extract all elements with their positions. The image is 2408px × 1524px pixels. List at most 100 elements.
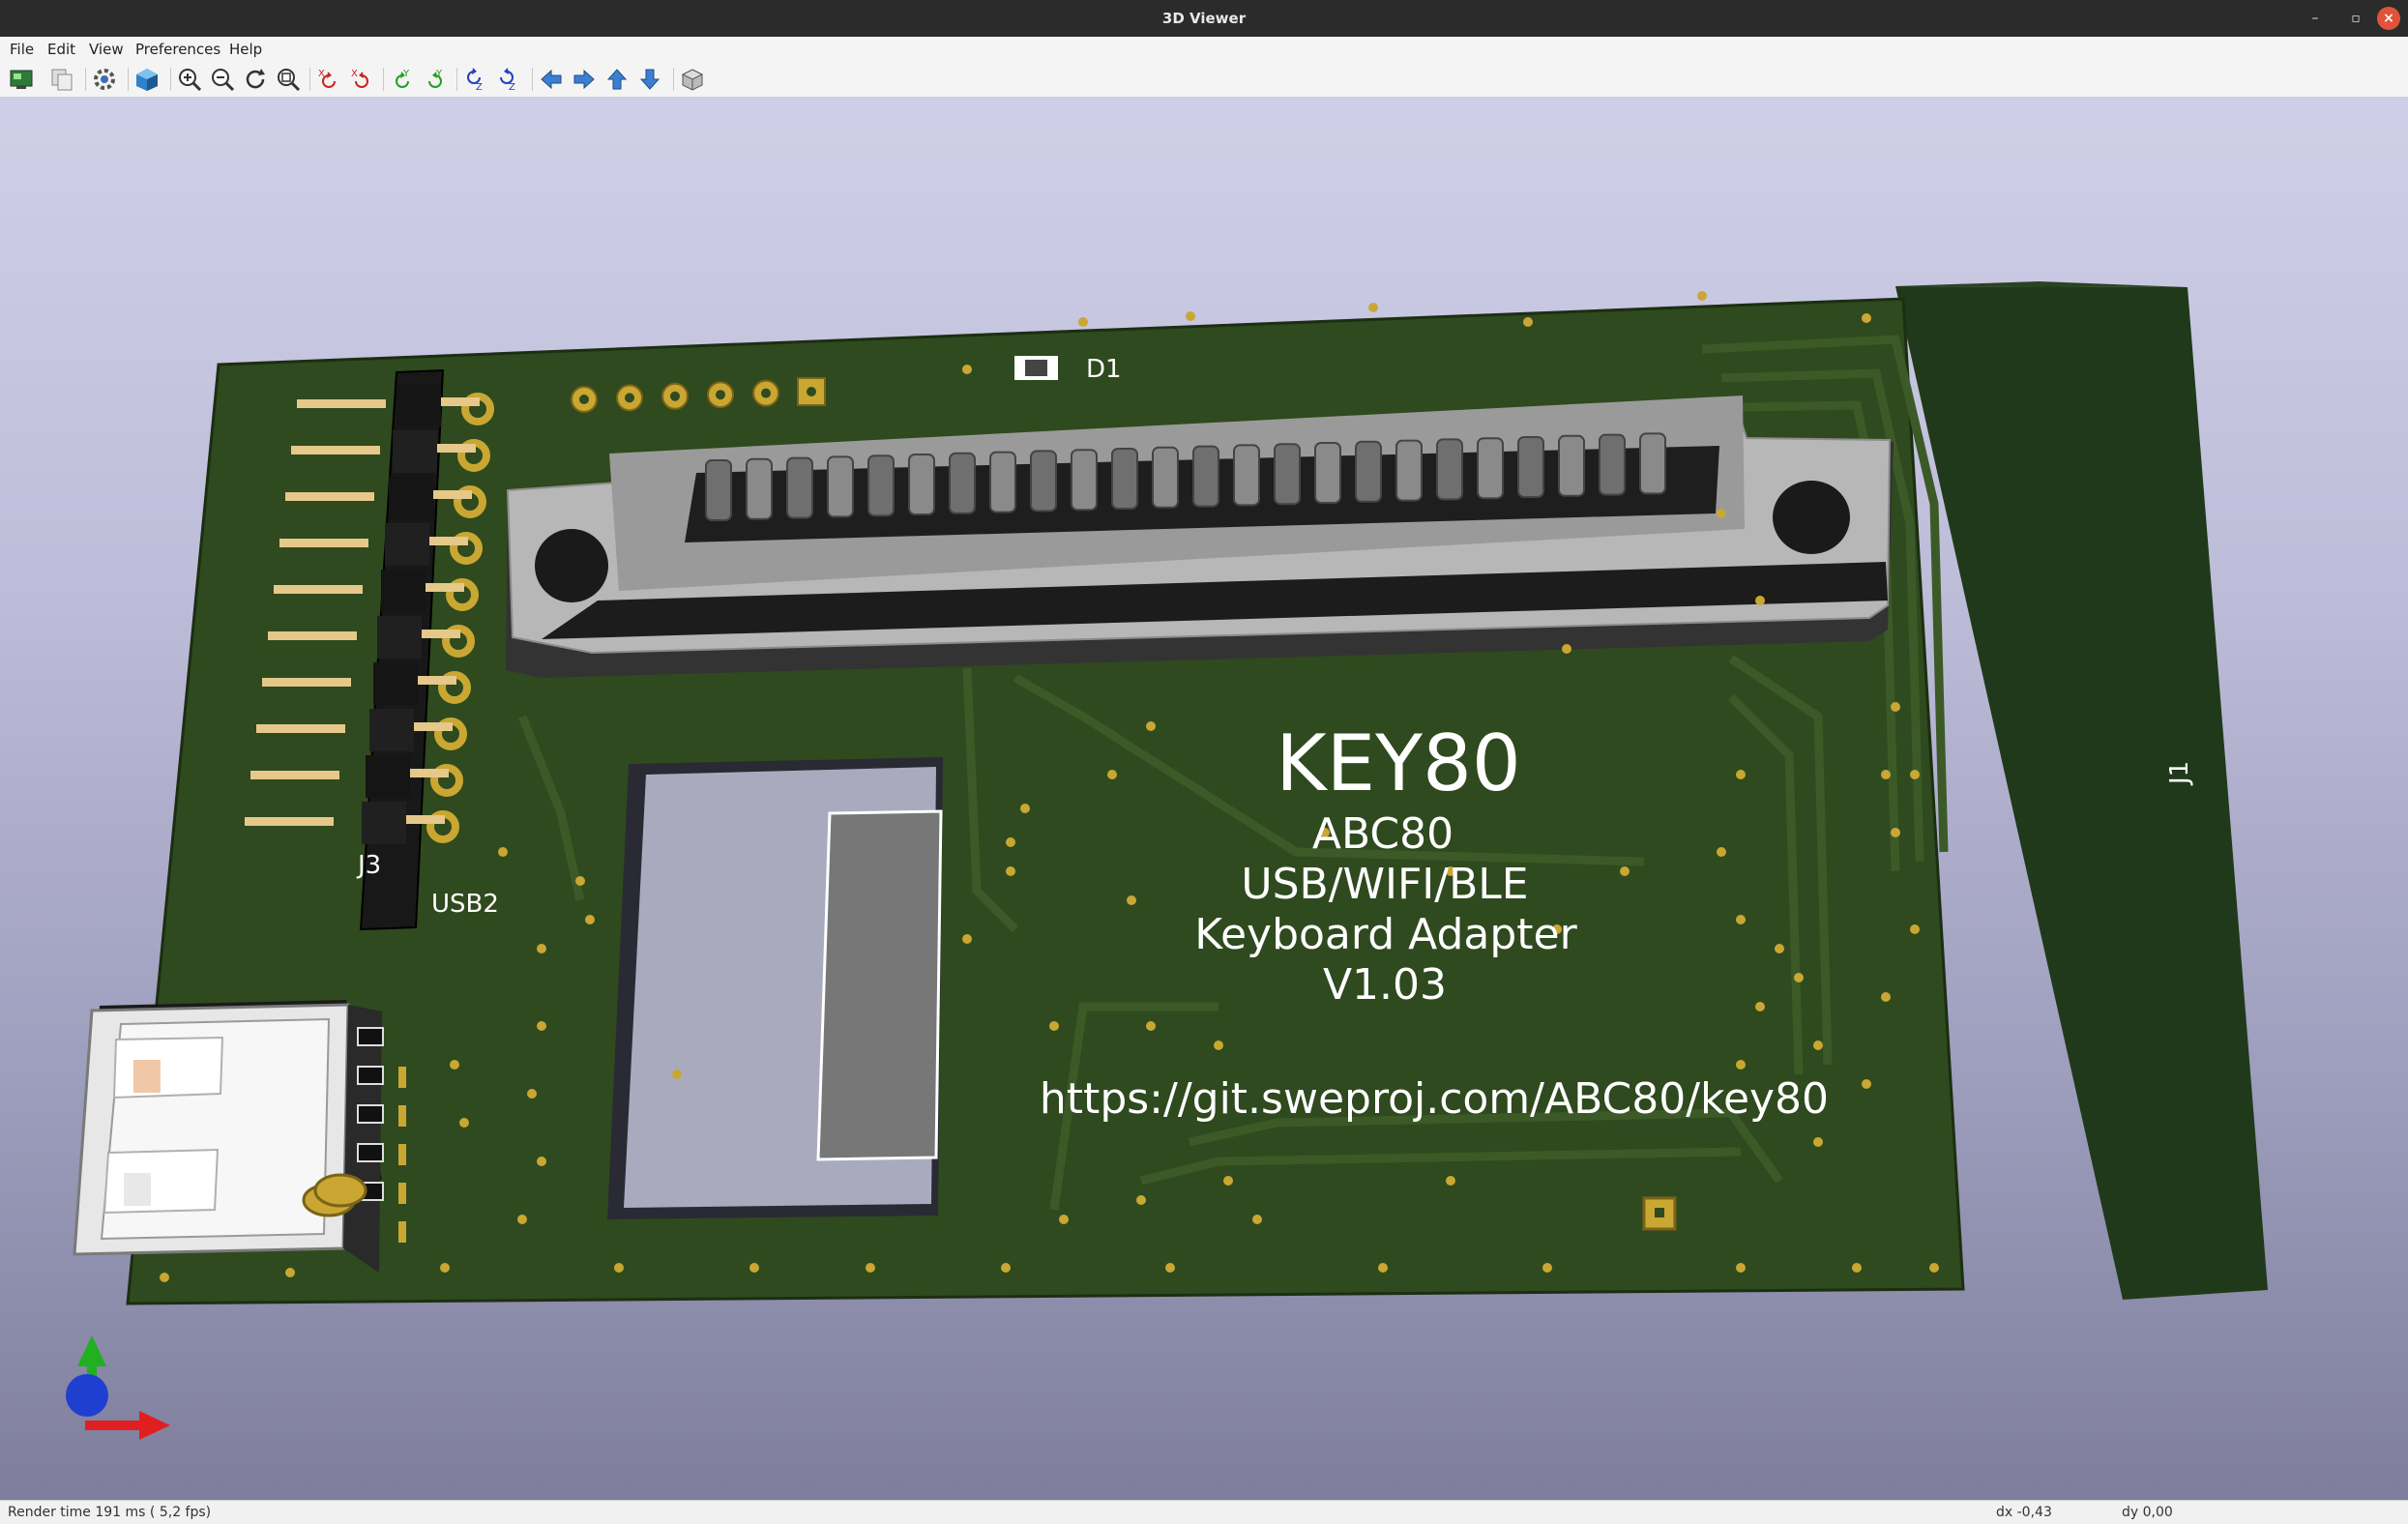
svg-text:Z: Z bbox=[476, 82, 483, 93]
via bbox=[1891, 828, 1900, 837]
header-body-segment bbox=[393, 430, 437, 473]
via bbox=[1186, 311, 1195, 321]
menu-preferences[interactable]: Preferences bbox=[135, 41, 220, 58]
din-contact bbox=[1152, 446, 1179, 509]
via bbox=[1006, 866, 1015, 876]
via bbox=[1107, 770, 1117, 779]
header-body-segment bbox=[385, 523, 429, 566]
pad-hole bbox=[670, 391, 680, 401]
rotate-z-cw-icon[interactable]: Z bbox=[462, 66, 489, 93]
via bbox=[866, 1263, 875, 1273]
connector-mount-hole-left bbox=[535, 529, 608, 602]
header-body-segment bbox=[381, 570, 426, 612]
axis-x-arrow bbox=[85, 1421, 143, 1430]
header-pin bbox=[274, 585, 363, 594]
ref-j1-label: J1 bbox=[2165, 761, 2194, 786]
board-line-3: Keyboard Adapter bbox=[1194, 910, 1577, 959]
header-body-segment bbox=[369, 709, 414, 751]
axis-z-sphere bbox=[66, 1374, 108, 1417]
dy-readout: dy 0,00 bbox=[2122, 1505, 2173, 1520]
render-time: Render time 191 ms ( 5,2 fps) bbox=[8, 1505, 212, 1520]
header-pin-short bbox=[437, 444, 476, 453]
pad-hole bbox=[807, 387, 816, 396]
window-titlebar: 3D Viewer – ▫ × bbox=[0, 0, 2408, 37]
toolbar-separator bbox=[85, 68, 86, 91]
via bbox=[1736, 1060, 1746, 1070]
via bbox=[440, 1263, 450, 1273]
usb-pad bbox=[398, 1183, 406, 1204]
copy-image-icon[interactable] bbox=[48, 66, 75, 93]
usb-pin bbox=[357, 1066, 384, 1085]
zoom-fit-icon[interactable] bbox=[275, 66, 302, 93]
via bbox=[1910, 924, 1920, 934]
via bbox=[1146, 1021, 1156, 1031]
move-right-icon[interactable] bbox=[571, 66, 598, 93]
header-body-segment bbox=[373, 662, 418, 705]
header-pin-short bbox=[441, 397, 480, 406]
move-left-icon[interactable] bbox=[538, 66, 565, 93]
board-line-2: USB/WIFI/BLE bbox=[1241, 860, 1528, 909]
pad-hole bbox=[625, 393, 634, 403]
via bbox=[1214, 1040, 1223, 1050]
ortho-box-icon[interactable] bbox=[679, 66, 706, 93]
zoom-in-icon[interactable] bbox=[176, 66, 203, 93]
via bbox=[459, 1118, 469, 1128]
rotate-y-cw-icon[interactable]: Y bbox=[389, 66, 416, 93]
zoom-out-icon[interactable] bbox=[209, 66, 236, 93]
usb-pad bbox=[398, 1221, 406, 1243]
pad-hole bbox=[761, 388, 771, 398]
din-contact bbox=[827, 455, 854, 518]
move-down-icon[interactable] bbox=[636, 66, 663, 93]
rotate-y-ccw-icon[interactable]: Y bbox=[422, 66, 449, 93]
menu-file[interactable]: File bbox=[10, 41, 34, 58]
minimize-icon[interactable]: – bbox=[2304, 7, 2327, 30]
header-pin-short bbox=[433, 490, 472, 499]
refresh-icon[interactable] bbox=[242, 66, 269, 93]
header-pin-short bbox=[429, 537, 468, 545]
header-pin bbox=[245, 817, 334, 826]
board-3d-cube-icon[interactable] bbox=[133, 66, 161, 93]
header-pin-short bbox=[426, 583, 464, 592]
din-contact bbox=[1639, 432, 1666, 495]
3d-viewport[interactable]: D1 J3 USB2 J1 KEY80 ABC80 USB/WIFI/BLE K… bbox=[0, 98, 2408, 1500]
din-contact bbox=[1111, 448, 1138, 510]
preferences-gear-icon[interactable] bbox=[91, 66, 118, 93]
render-raytracing-icon[interactable] bbox=[8, 66, 35, 93]
svg-text:X: X bbox=[351, 69, 358, 79]
board-title: KEY80 bbox=[1276, 718, 1521, 808]
move-up-icon[interactable] bbox=[603, 66, 631, 93]
header-pin-short bbox=[414, 722, 453, 731]
via bbox=[962, 934, 972, 944]
menu-view[interactable]: View bbox=[89, 41, 124, 58]
rotate-x-cw-icon[interactable]: X bbox=[315, 66, 342, 93]
via bbox=[1717, 509, 1726, 518]
maximize-icon[interactable]: ▫ bbox=[2344, 7, 2367, 30]
close-window-icon[interactable]: × bbox=[2377, 7, 2400, 30]
via bbox=[1562, 644, 1571, 654]
via bbox=[1620, 866, 1630, 876]
via bbox=[285, 1268, 295, 1277]
din-contact bbox=[1314, 442, 1341, 504]
via bbox=[1736, 915, 1746, 924]
rotate-x-ccw-icon[interactable]: X bbox=[348, 66, 375, 93]
toolbar: X X Y Y Z Z bbox=[0, 62, 2408, 98]
via bbox=[537, 944, 546, 953]
usb-connector-usb2 bbox=[73, 1000, 406, 1273]
din-contact bbox=[1355, 440, 1382, 503]
svg-text:Z: Z bbox=[509, 82, 515, 93]
menu-edit[interactable]: Edit bbox=[47, 41, 75, 58]
usb-pin bbox=[357, 1104, 384, 1124]
via bbox=[527, 1089, 537, 1099]
header-pin bbox=[279, 539, 368, 547]
din-contact bbox=[1477, 437, 1504, 500]
menu-help[interactable]: Help bbox=[229, 41, 262, 58]
via bbox=[1910, 770, 1920, 779]
via bbox=[517, 1215, 527, 1224]
header-pin bbox=[285, 492, 374, 501]
toolbar-separator bbox=[170, 68, 171, 91]
via bbox=[1775, 944, 1784, 953]
via bbox=[450, 1060, 459, 1070]
header-pin-short bbox=[406, 815, 445, 824]
usb-pin bbox=[357, 1027, 384, 1046]
rotate-z-ccw-icon[interactable]: Z bbox=[495, 66, 522, 93]
